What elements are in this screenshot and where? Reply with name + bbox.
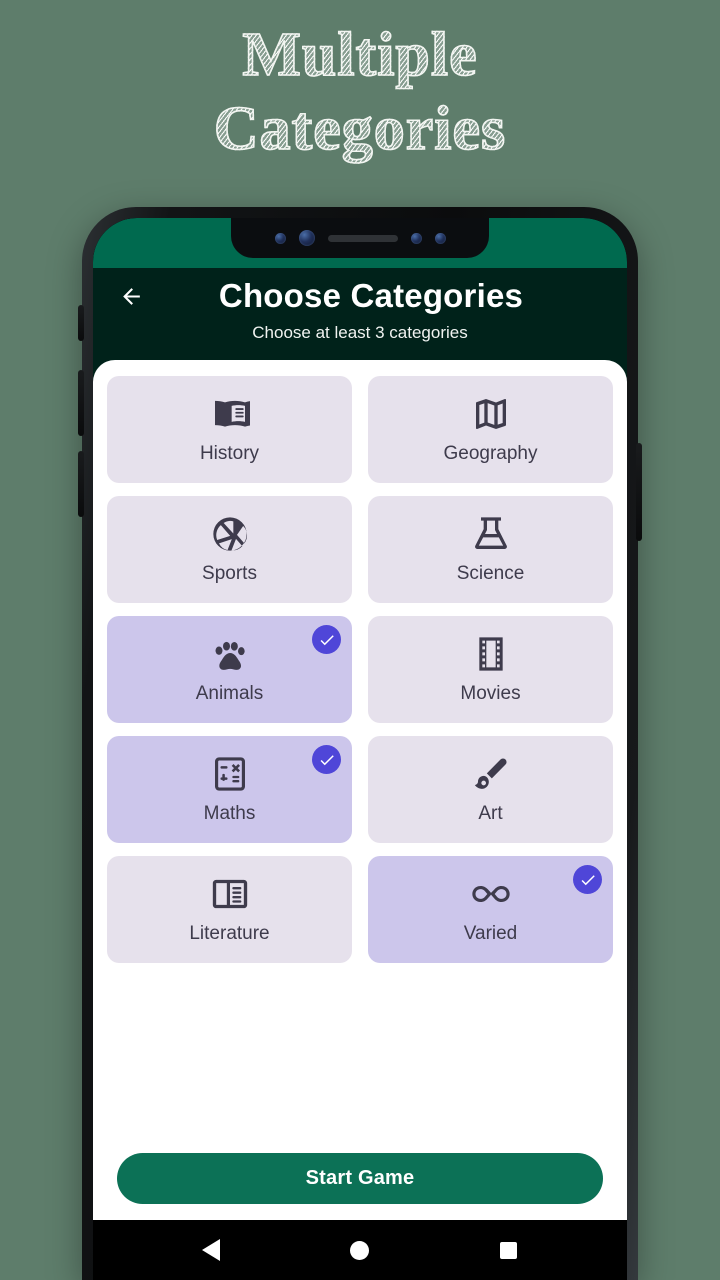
category-label: Sports — [202, 563, 257, 584]
category-card-art[interactable]: Art — [368, 736, 613, 843]
category-label: Geography — [443, 443, 538, 464]
paw-print-icon — [210, 634, 250, 674]
infinity-icon — [471, 874, 511, 914]
check-icon — [581, 874, 595, 885]
category-card-history[interactable]: History — [107, 376, 352, 483]
phone-mockup: Choose Categories Choose at least 3 cate… — [78, 207, 642, 1280]
check-icon — [320, 634, 334, 645]
volume-up-button[interactable] — [78, 370, 84, 436]
category-card-varied[interactable]: Varied — [368, 856, 613, 963]
android-nav-bar — [93, 1220, 627, 1280]
category-card-sports[interactable]: Sports — [107, 496, 352, 603]
flask-icon — [471, 514, 511, 554]
camera-dot-icon — [298, 230, 315, 246]
circle-home-icon — [350, 1240, 370, 1260]
nav-back-button[interactable] — [189, 1228, 233, 1272]
selected-check-badge — [312, 625, 341, 654]
promo-screenshot: Multiple Categories Choose Categories Ch… — [0, 0, 720, 1280]
square-recents-icon — [500, 1241, 518, 1259]
check-icon — [320, 754, 334, 765]
promo-headline: Multiple Categories — [0, 18, 720, 166]
start-game-button[interactable]: Start Game — [117, 1153, 603, 1204]
category-label: Science — [456, 563, 525, 584]
content-sheet: History Geography Sports Science Animals… — [93, 360, 627, 1220]
page-title: Choose Categories — [218, 277, 524, 314]
category-grid: History Geography Sports Science Animals… — [93, 360, 627, 963]
headline-line-1: Multiple — [242, 20, 478, 90]
category-card-movies[interactable]: Movies — [368, 616, 613, 723]
open-book-icon — [210, 394, 250, 434]
camera-dot-icon — [434, 232, 446, 244]
phone-screen-frame: Choose Categories Choose at least 3 cate… — [93, 218, 627, 1280]
category-card-animals[interactable]: Animals — [107, 616, 352, 723]
triangle-back-icon — [202, 1239, 221, 1261]
selected-check-badge — [573, 865, 602, 894]
camera-dot-icon — [274, 232, 286, 244]
power-button[interactable] — [636, 443, 642, 541]
app-screen: Choose Categories Choose at least 3 cate… — [93, 218, 627, 1280]
category-card-maths[interactable]: Maths — [107, 736, 352, 843]
status-bar — [93, 218, 627, 268]
film-strip-icon — [471, 634, 511, 674]
app-bar: Choose Categories Choose at least 3 cate… — [93, 268, 627, 360]
article-book-icon — [210, 874, 250, 914]
paintbrush-icon — [471, 754, 511, 794]
category-label: History — [199, 443, 260, 464]
category-label: Maths — [203, 803, 256, 824]
category-label: Literature — [189, 923, 270, 944]
category-card-literature[interactable]: Literature — [107, 856, 352, 963]
camera-dot-icon — [410, 232, 422, 244]
nav-recents-button[interactable] — [487, 1228, 531, 1272]
volleyball-icon — [210, 514, 250, 554]
speaker-grille-icon — [327, 234, 398, 242]
nav-home-button[interactable] — [338, 1228, 382, 1272]
cta-container: Start Game — [93, 1153, 627, 1220]
folded-map-icon — [471, 394, 511, 434]
page-subtitle: Choose at least 3 categories — [252, 323, 468, 342]
phone-notch — [231, 218, 489, 258]
category-card-geography[interactable]: Geography — [368, 376, 613, 483]
app-bar-row: Choose Categories — [93, 274, 627, 318]
silent-switch-button[interactable] — [78, 305, 84, 341]
calculator-icon — [210, 754, 250, 794]
category-label: Varied — [463, 923, 518, 944]
selected-check-badge — [312, 745, 341, 774]
sheet-spacer — [93, 963, 627, 1153]
category-label: Animals — [195, 683, 264, 704]
volume-down-button[interactable] — [78, 451, 84, 517]
category-card-science[interactable]: Science — [368, 496, 613, 603]
category-label: Art — [478, 803, 503, 824]
headline-line-2: Categories — [213, 94, 507, 164]
category-label: Movies — [460, 683, 521, 704]
